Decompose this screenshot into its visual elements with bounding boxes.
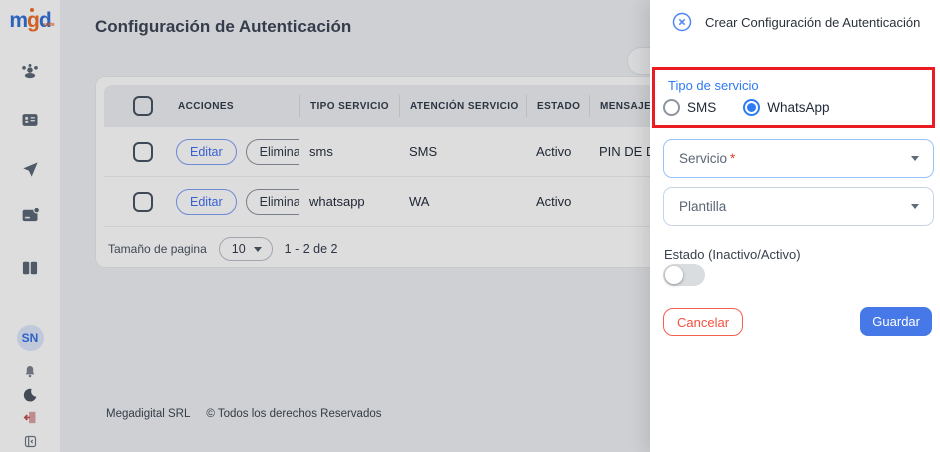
servicio-select[interactable]: Servicio * <box>663 139 934 178</box>
toggle-knob <box>665 266 683 284</box>
radio-sms[interactable] <box>663 99 680 116</box>
cancel-button[interactable]: Cancelar <box>663 308 743 336</box>
required-asterisk: * <box>730 151 735 166</box>
radio-whatsapp[interactable] <box>743 99 760 116</box>
close-icon[interactable] <box>672 12 692 32</box>
estado-toggle-label: Estado (Inactivo/Activo) <box>664 247 801 262</box>
plantilla-select[interactable]: Plantilla <box>663 187 934 226</box>
save-button[interactable]: Guardar <box>860 307 932 336</box>
estado-toggle[interactable] <box>663 264 705 286</box>
radio-sms-label: SMS <box>687 100 716 115</box>
chevron-down-icon <box>911 204 919 209</box>
service-type-radio-group: SMS WhatsApp <box>663 99 830 116</box>
servicio-select-label: Servicio <box>679 151 727 166</box>
plantilla-select-label: Plantilla <box>679 199 726 214</box>
service-type-label: Tipo de servicio <box>668 78 759 93</box>
chevron-down-icon <box>911 156 919 161</box>
drawer-header: Crear Configuración de Autenticación <box>650 0 940 32</box>
app-window: mgd suite <box>0 0 940 452</box>
radio-whatsapp-label: WhatsApp <box>767 100 829 115</box>
drawer-title: Crear Configuración de Autenticación <box>705 15 920 30</box>
create-config-drawer: Crear Configuración de Autenticación Tip… <box>650 0 940 452</box>
